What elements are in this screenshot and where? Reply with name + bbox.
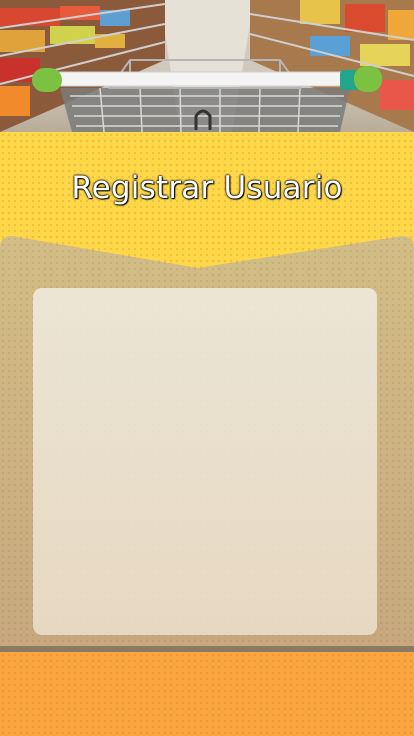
supermarket-cart-image <box>0 0 414 132</box>
form-container <box>33 288 377 635</box>
page-title: Registrar Usuario <box>71 170 343 206</box>
header-image <box>0 0 414 132</box>
footer-bar <box>0 652 414 736</box>
